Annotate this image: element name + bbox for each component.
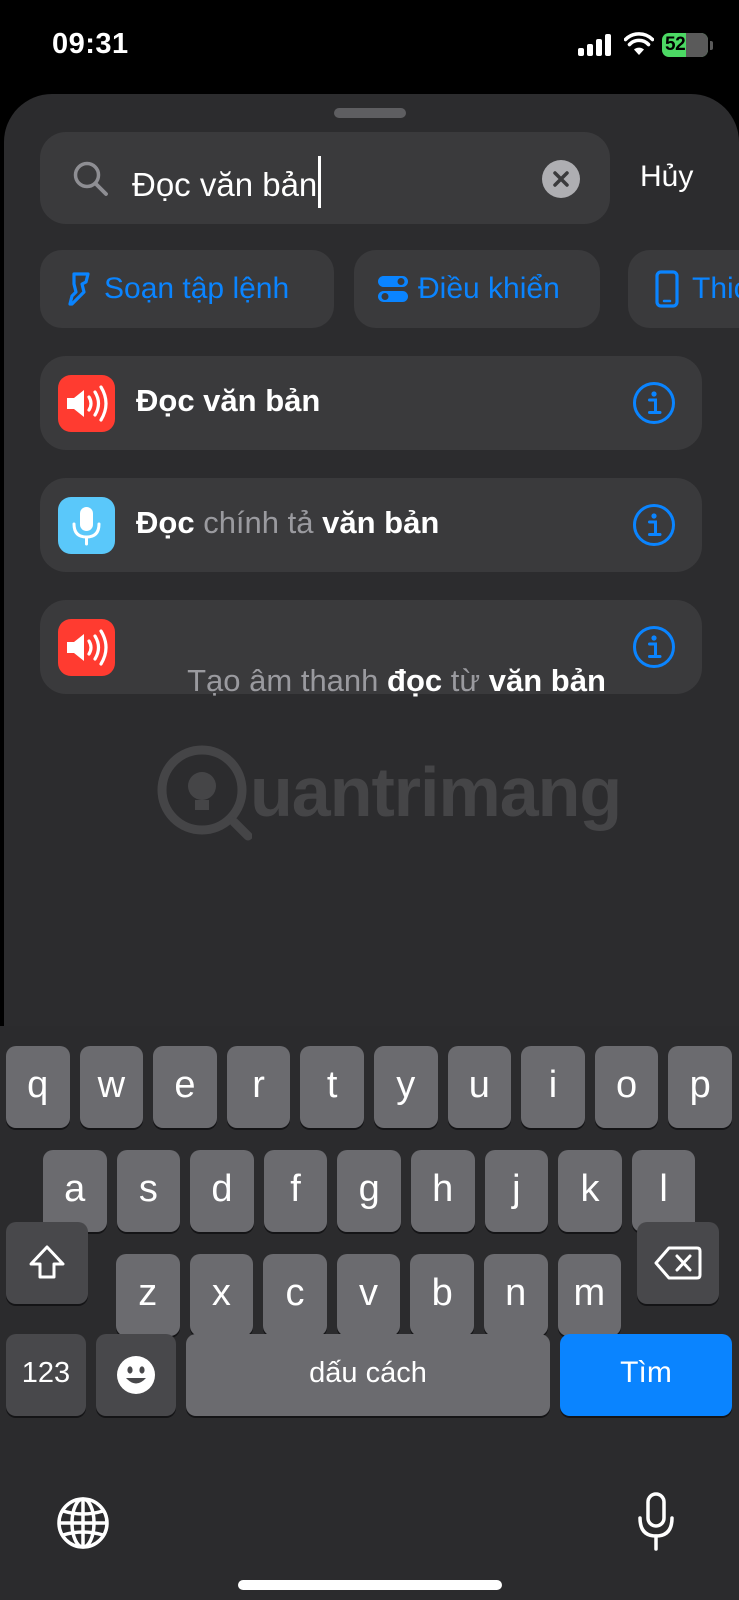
chip-label: Điều khiển [418,272,560,305]
key-u[interactable]: u [447,1046,512,1128]
key-c[interactable]: c [263,1254,327,1336]
key-w[interactable]: w [79,1046,144,1128]
phone-icon [655,270,679,308]
lightbulb-icon [157,745,253,841]
label-part: Đọc văn bản [136,383,321,418]
wifi-icon [624,32,654,55]
key-a[interactable]: a [43,1150,107,1232]
keyboard: qwertyuiop asdfghjkl zxcvbnm 123 dấu các… [0,1026,739,1600]
delete-key[interactable] [637,1222,719,1304]
text-caret [318,156,322,208]
info-icon[interactable] [632,381,676,425]
search-query: Đọc văn bản [132,166,318,203]
speaker-icon [58,375,115,432]
action-label: Đọc chính tả văn bản [136,505,439,541]
key-g[interactable]: g [337,1150,401,1232]
key-m[interactable]: m [557,1254,622,1336]
chip-scripting[interactable]: Soạn tập lệnh [40,250,334,328]
key-v[interactable]: v [336,1254,401,1336]
key-b[interactable]: b [410,1254,474,1336]
sheet-grabber[interactable] [334,108,406,118]
key-h[interactable]: h [411,1150,475,1232]
watermark-text: uantrimang [250,753,622,831]
numbers-key[interactable]: 123 [6,1334,86,1416]
label-part: Đọc [136,505,195,540]
key-s[interactable]: s [116,1150,181,1232]
key-k[interactable]: k [558,1150,622,1232]
label-part: chính tả [194,505,323,540]
info-icon[interactable] [632,625,676,669]
category-chips: Soạn tập lệnh Điều khiển Thic [4,250,739,330]
action-label: Đọc văn bản [136,383,320,419]
close-icon [553,171,569,187]
action-row-dictate-text[interactable]: Đọc chính tả văn bản [40,478,702,572]
chip-label: Soạn tập lệnh [104,272,290,305]
key-o[interactable]: o [594,1046,659,1128]
info-icon[interactable] [632,503,676,547]
globe-icon[interactable] [56,1496,110,1550]
watermark-logo: uantrimang [152,742,622,842]
status-time: 09:31 [52,28,129,60]
backspace-icon [654,1246,702,1280]
script-icon [68,272,90,306]
dictation-microphone-icon[interactable] [636,1492,676,1552]
battery-percent: 52 [665,34,686,55]
battery-nub [710,41,713,50]
label-part: Tạo âm thanh [187,663,388,698]
chip-device[interactable]: Thic [628,250,739,328]
key-j[interactable]: j [484,1150,549,1232]
action-row-speak-text[interactable]: Đọc văn bản [40,356,702,450]
key-n[interactable]: n [484,1254,548,1336]
toggle-icon [378,276,408,302]
key-y[interactable]: y [374,1046,438,1128]
key-p[interactable]: p [668,1046,732,1128]
search-key[interactable]: Tìm [560,1334,732,1416]
label-part: văn bản [488,663,606,698]
space-key[interactable]: dấu cách [186,1334,550,1416]
key-f[interactable]: f [263,1150,328,1232]
microphone-icon [58,497,115,554]
search-field[interactable]: Đọc văn bản [40,132,610,224]
key-t[interactable]: t [300,1046,364,1128]
search-input[interactable]: Đọc văn bản [132,156,322,208]
label-part: văn bản [322,505,440,540]
chip-label: Thic [692,272,739,305]
cellular-signal-icon [578,34,614,56]
chip-controls[interactable]: Điều khiển [354,250,600,328]
label-part: từ [442,663,489,698]
action-row-make-spoken-audio[interactable]: Tạo âm thanh đọc từ văn bản [40,600,702,698]
shift-key[interactable] [6,1222,88,1304]
emoji-key[interactable] [96,1334,176,1416]
clear-search-button[interactable] [542,160,580,198]
key-r[interactable]: r [226,1046,291,1128]
emoji-icon [117,1356,155,1394]
speaker-icon [58,619,115,676]
key-l[interactable]: l [631,1150,696,1232]
key-i[interactable]: i [521,1046,585,1128]
key-d[interactable]: d [190,1150,254,1232]
key-e[interactable]: e [153,1046,217,1128]
action-label: Tạo âm thanh đọc từ văn bản [136,627,606,735]
key-q[interactable]: q [6,1046,70,1128]
search-icon [73,161,108,196]
cancel-button[interactable]: Hủy [640,160,693,194]
label-part: đọc [387,663,443,698]
key-z[interactable]: z [116,1254,180,1336]
key-x[interactable]: x [189,1254,254,1336]
battery-icon: 52 [662,33,708,57]
home-indicator[interactable] [238,1580,502,1590]
status-bar: 09:31 52 [0,0,739,92]
shift-icon [29,1245,65,1279]
